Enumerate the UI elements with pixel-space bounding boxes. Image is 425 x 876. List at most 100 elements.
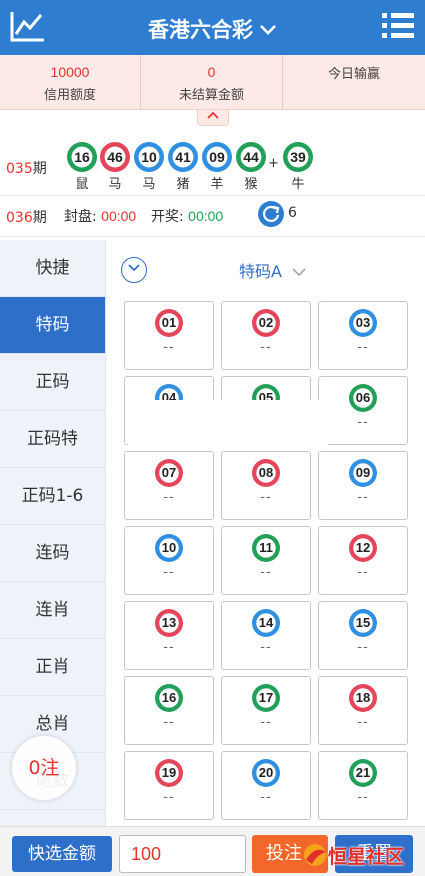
lottery-ball: 07 — [155, 459, 183, 487]
odds-value: -- — [163, 715, 175, 730]
ball-zodiac: 猪 — [176, 177, 190, 192]
number-cell[interactable]: 06 -- — [318, 376, 408, 445]
draw-ball: 09 羊 — [201, 142, 233, 192]
ball-number: 17 — [258, 690, 274, 705]
odds-value: -- — [357, 715, 369, 730]
lottery-ball: 41 — [168, 142, 198, 172]
current-period-suffix: 期 — [32, 210, 47, 226]
pending-cell: 0 未结算金额 — [141, 55, 283, 110]
today-cell[interactable]: 今日输赢 — [283, 55, 425, 110]
ball-number: 02 — [258, 315, 274, 330]
number-cell[interactable]: 11 -- — [221, 526, 311, 595]
ball-number: 16 — [161, 690, 177, 705]
sidebar-item[interactable]: 正码特 — [0, 411, 105, 468]
number-cell[interactable]: 18 -- — [318, 676, 408, 745]
pending-value: 0 — [207, 64, 216, 80]
draw-ball: 39 牛 — [282, 142, 314, 192]
sidebar-item[interactable]: 正码 — [0, 354, 105, 411]
lottery-selector[interactable]: 香港六合彩 — [0, 14, 425, 44]
ball-number: 41 — [175, 149, 191, 165]
ball-zodiac: 鼠 — [75, 177, 89, 192]
number-cell[interactable]: 12 -- — [318, 526, 408, 595]
play-type-label: 特码A — [239, 262, 282, 281]
chevron-up-icon[interactable] — [197, 110, 229, 126]
number-cell[interactable]: 10 -- — [124, 526, 214, 595]
number-cell[interactable]: 16 -- — [124, 676, 214, 745]
ball-number: 12 — [355, 540, 371, 555]
number-cell[interactable]: 15 -- — [318, 601, 408, 670]
ball-number: 13 — [161, 615, 177, 630]
lottery-ball: 06 — [349, 384, 377, 412]
last-period-number: 035 — [6, 161, 33, 177]
odds-value: -- — [163, 490, 175, 505]
watermark-text: 恒星社区 — [328, 846, 405, 868]
open-label: 开奖: — [151, 209, 184, 225]
sidebar-item[interactable]: 特码 — [0, 297, 105, 354]
sidebar-item[interactable]: 正码1-6 — [0, 468, 105, 525]
lottery-ball: 09 — [202, 142, 232, 172]
current-draw-row: 036期 封盘: 00:00 开奖: 00:00 6 — [0, 197, 425, 237]
app-header: 香港六合彩 — [0, 0, 425, 55]
ball-number: 14 — [258, 615, 274, 630]
list-menu-icon[interactable] — [381, 10, 415, 42]
number-cell[interactable]: 19 -- — [124, 751, 214, 820]
last-period: 035期 — [6, 158, 47, 178]
odds-value: -- — [357, 565, 369, 580]
ball-number: 20 — [258, 765, 274, 780]
number-cell[interactable]: 20 -- — [221, 751, 311, 820]
ball-zodiac: 牛 — [291, 177, 305, 192]
ball-number: 09 — [355, 465, 371, 480]
lottery-ball: 20 — [252, 759, 280, 787]
number-cell[interactable]: 14 -- — [221, 601, 311, 670]
ball-number: 19 — [161, 765, 177, 780]
lottery-ball: 10 — [134, 142, 164, 172]
odds-value: -- — [163, 565, 175, 580]
ball-number: 11 — [259, 540, 273, 555]
lottery-ball: 10 — [155, 534, 183, 562]
refresh-icon[interactable] — [258, 201, 284, 227]
number-cell[interactable]: 03 -- — [318, 301, 408, 370]
lottery-ball: 12 — [349, 534, 377, 562]
lottery-ball: 16 — [155, 684, 183, 712]
number-cell[interactable]: 17 -- — [221, 676, 311, 745]
expand-circle-icon[interactable] — [121, 257, 147, 283]
ball-number: 39 — [290, 149, 306, 165]
ball-number: 01 — [161, 315, 177, 330]
lottery-ball: 18 — [349, 684, 377, 712]
draw-ball: 16 鼠 — [66, 142, 98, 192]
watermark: 恒星社区 — [300, 836, 425, 872]
draw-ball: 41 猪 — [167, 142, 199, 192]
lottery-ball: 19 — [155, 759, 183, 787]
quick-amount-button[interactable]: 快选金额 — [12, 836, 112, 872]
number-cell[interactable]: 07 -- — [124, 451, 214, 520]
number-cell[interactable]: 01 -- — [124, 301, 214, 370]
odds-value: -- — [163, 790, 175, 805]
lottery-ball: 09 — [349, 459, 377, 487]
number-cell[interactable]: 13 -- — [124, 601, 214, 670]
ball-number: 10 — [141, 149, 157, 165]
number-cell[interactable]: 08 -- — [221, 451, 311, 520]
odds-value: -- — [260, 565, 272, 580]
sidebar-item[interactable]: 正肖 — [0, 639, 105, 696]
odds-value: -- — [260, 340, 272, 355]
draw-ball: 46 马 — [99, 142, 131, 192]
sidebar-item[interactable]: 快捷 — [0, 240, 105, 297]
sidebar-item[interactable]: 连肖 — [0, 582, 105, 639]
ball-number: 46 — [107, 149, 123, 165]
current-period-number: 036 — [6, 210, 33, 226]
play-type-select[interactable]: 特码A — [239, 258, 306, 282]
lottery-ball: 14 — [252, 609, 280, 637]
number-cell[interactable]: 02 -- — [221, 301, 311, 370]
number-cell[interactable]: 09 -- — [318, 451, 408, 520]
number-cell[interactable]: 21 -- — [318, 751, 408, 820]
ball-number: 16 — [74, 149, 90, 165]
odds-value: -- — [357, 640, 369, 655]
draw-ball: 44 猴 — [235, 142, 267, 192]
page-title: 香港六合彩 — [148, 18, 253, 42]
amount-input[interactable]: 100 — [119, 835, 246, 873]
odds-value: -- — [163, 640, 175, 655]
odds-value: -- — [357, 790, 369, 805]
odds-value: -- — [260, 640, 272, 655]
bet-count-badge[interactable]: 0注 — [12, 736, 76, 800]
sidebar-item[interactable]: 连码 — [0, 525, 105, 582]
